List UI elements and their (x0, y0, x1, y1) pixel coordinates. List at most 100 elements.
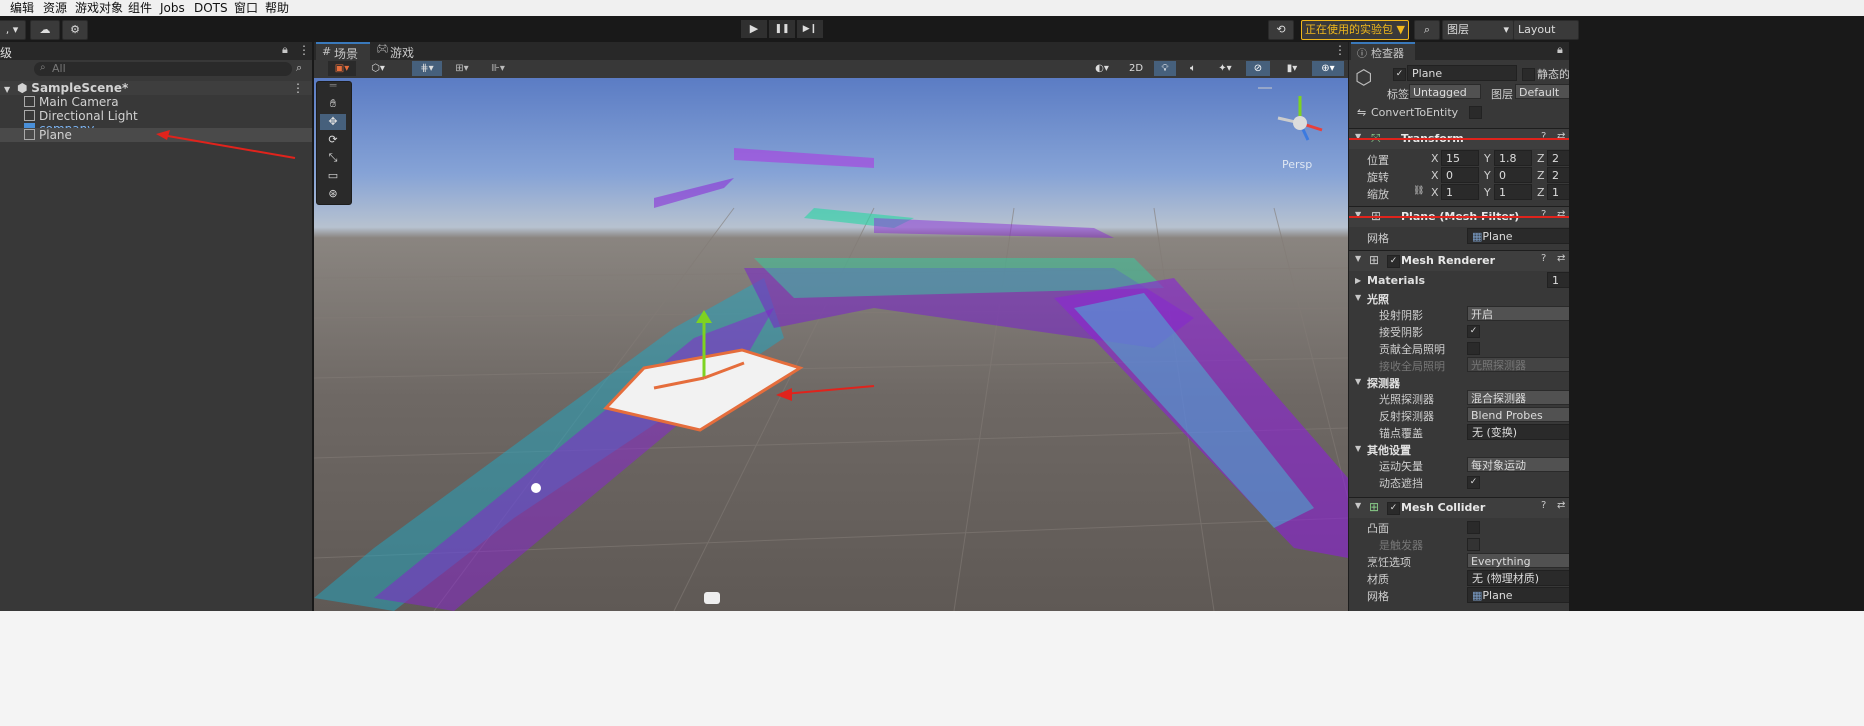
position-y-field[interactable]: 1.8 (1494, 150, 1532, 166)
directional-light-icon[interactable] (531, 483, 541, 493)
menu-gameobject[interactable]: 游戏对象 (75, 0, 123, 16)
mesh-renderer-enabled-checkbox[interactable]: ✓ (1387, 255, 1400, 268)
hierarchy-tab[interactable]: 级 (0, 44, 12, 61)
ruler-icon[interactable]: ⊪▾ (482, 61, 514, 76)
lock-icon[interactable]: 🔒︎ (1557, 43, 1563, 57)
collapse-arrow-icon[interactable]: ▼ (1355, 132, 1361, 141)
pause-button[interactable]: ❚❚ (769, 20, 795, 38)
scale-y-field[interactable]: 1 (1494, 184, 1532, 200)
help-icon[interactable]: ? (1541, 253, 1546, 264)
step-button[interactable]: ▶❙ (797, 20, 823, 38)
audio-toggle-icon[interactable]: 🔈︎ (1182, 61, 1204, 76)
rotation-x-field[interactable]: 0 (1441, 167, 1479, 183)
shading-mode-icon[interactable]: ◐▾ (1086, 61, 1118, 76)
settings-icon[interactable]: ⇄ (1557, 209, 1565, 220)
cast-shadows-dropdown[interactable]: 开启 (1467, 306, 1569, 321)
object-name-field[interactable]: Plane (1407, 65, 1517, 81)
help-icon[interactable]: ? (1541, 209, 1546, 220)
scale-z-field[interactable]: 1 (1547, 184, 1569, 200)
projection-label[interactable]: Persp (1282, 158, 1312, 171)
hierarchy-item[interactable]: Main Camera (24, 95, 119, 109)
scale-tool-icon[interactable]: ⤡ (320, 150, 346, 166)
snap-increment-icon[interactable]: ⊞▾ (448, 61, 476, 76)
reflection-probes-dropdown[interactable]: Blend Probes (1467, 407, 1569, 422)
convex-checkbox[interactable] (1467, 521, 1480, 534)
position-z-field[interactable]: 2 (1547, 150, 1569, 166)
collapse-arrow-icon[interactable]: ▼ (1355, 293, 1361, 302)
scale-x-field[interactable]: 1 (1441, 184, 1479, 200)
receive-shadows-checkbox[interactable]: ✓ (1467, 325, 1480, 338)
collapse-arrow-icon[interactable]: ▼ (1355, 210, 1361, 219)
contribute-gi-checkbox[interactable] (1467, 342, 1480, 355)
mesh-collider-enabled-checkbox[interactable]: ✓ (1387, 502, 1400, 515)
mesh-collider-header[interactable]: ▼ ⊞ ✓ Mesh Collider ? ⇄ (1349, 497, 1569, 518)
orientation-gizmo[interactable] (1277, 96, 1323, 141)
anchor-override-field[interactable]: 无 (变换) (1467, 424, 1569, 440)
menu-jobs[interactable]: Jobs (160, 0, 185, 16)
palette-handle-icon[interactable]: ═ (320, 80, 346, 91)
hierarchy-item[interactable]: Directional Light (24, 109, 138, 123)
grid-snap-icon[interactable]: ⋕▾ (412, 61, 442, 76)
layer-dropdown[interactable]: Default (1515, 84, 1569, 99)
draw-mode-icon[interactable]: ▣▾ (328, 61, 356, 76)
lock-icon[interactable]: 🔒︎ (282, 43, 288, 57)
motion-vectors-dropdown[interactable]: 每对象运动 (1467, 457, 1569, 472)
lighting-toggle-icon[interactable]: 💡︎ (1154, 61, 1176, 76)
cooking-options-dropdown[interactable]: Everything (1467, 553, 1569, 568)
mesh-renderer-header[interactable]: ▼ ⊞ ✓ Mesh Renderer ? ⇄ (1349, 250, 1569, 271)
move-tool-icon[interactable]: ✥ (320, 114, 346, 130)
camera-settings-icon[interactable]: ▮▾ (1276, 61, 1308, 76)
transform-tool-icon[interactable]: ⊛ (320, 186, 346, 202)
help-icon[interactable]: ? (1541, 131, 1546, 142)
active-checkbox[interactable]: ✓ (1393, 68, 1406, 81)
effects-toggle-icon[interactable]: ✦▾ (1210, 61, 1240, 76)
collapse-arrow-icon[interactable]: ▼ (1355, 444, 1361, 453)
layers-dropdown[interactable]: 图层 ▾ (1442, 20, 1514, 40)
more-menu-icon[interactable]: ⋮ (298, 43, 310, 57)
settings-icon[interactable]: ⇄ (1557, 500, 1565, 511)
search-options-icon[interactable]: ⌕ (296, 61, 302, 75)
pivot-mode-icon[interactable]: ⬡▾ (364, 61, 392, 76)
mode-2d-button[interactable]: 2D (1124, 61, 1148, 76)
menu-assets[interactable]: 资源 (43, 0, 67, 16)
convert-to-entity-checkbox[interactable] (1469, 106, 1482, 119)
settings-icon[interactable]: ⇄ (1557, 253, 1565, 264)
hierarchy-search-input[interactable]: ⌕ All (34, 62, 292, 76)
scene-menu-icon[interactable]: ⋮ (292, 81, 304, 95)
gear-icon[interactable]: ⚙ (62, 20, 88, 40)
cloud-icon[interactable]: ☁ (30, 20, 60, 40)
rotation-z-field[interactable]: 2 (1547, 167, 1569, 183)
position-x-field[interactable]: 15 (1441, 150, 1479, 166)
tab-inspector[interactable]: ⓘ 检查器 (1351, 42, 1415, 60)
menu-edit[interactable]: 编辑 (10, 0, 34, 16)
more-menu-icon[interactable]: ⋮ (1334, 43, 1346, 57)
collider-mesh-field[interactable]: ▦Plane (1467, 587, 1569, 603)
dynamic-occlusion-checkbox[interactable]: ✓ (1467, 476, 1480, 489)
expand-arrow-icon[interactable]: ▼ (4, 85, 10, 94)
collapse-arrow-icon[interactable]: ▼ (1355, 501, 1361, 510)
menu-help[interactable]: 帮助 (265, 0, 289, 16)
tag-dropdown[interactable]: Untagged (1409, 84, 1481, 99)
scene-viewport[interactable]: Persp ═ ✋︎ ✥ ⟳ ⤡ ▭ ⊛ (314, 78, 1348, 611)
transform-header[interactable]: ▼ ⤧ Transform ? ⇄ (1349, 128, 1569, 149)
camera-icon[interactable] (704, 592, 720, 604)
menu-window[interactable]: 窗口 (234, 0, 258, 16)
expand-arrow-icon[interactable]: ▶ (1355, 276, 1361, 285)
account-dropdown[interactable]: , ▾ (0, 20, 26, 40)
search-icon[interactable]: ⌕ (1414, 20, 1440, 40)
tab-game[interactable]: 🎮︎ 游戏 (372, 42, 422, 60)
rotate-tool-icon[interactable]: ⟳ (320, 132, 346, 148)
play-button[interactable]: ▶ (741, 20, 767, 38)
experimental-packages-badge[interactable]: 正在使用的实验包 ▼ (1301, 20, 1409, 40)
material-field[interactable]: 无 (物理材质) (1467, 570, 1569, 586)
gizmos-toggle-icon[interactable]: ⊕▾ (1312, 61, 1344, 76)
history-icon[interactable]: ⟲ (1268, 20, 1294, 40)
help-icon[interactable]: ? (1541, 500, 1546, 511)
menu-dots[interactable]: DOTS (194, 0, 228, 16)
menu-component[interactable]: 组件 (128, 0, 152, 16)
tab-scene[interactable]: # 场景 (316, 42, 370, 61)
mesh-filter-header[interactable]: ▼ ⊞ Plane (Mesh Filter) ? ⇄ (1349, 206, 1569, 227)
link-icon[interactable]: ⛓ (1413, 186, 1424, 196)
static-checkbox[interactable] (1522, 68, 1535, 81)
layout-dropdown[interactable]: Layout (1513, 20, 1579, 40)
